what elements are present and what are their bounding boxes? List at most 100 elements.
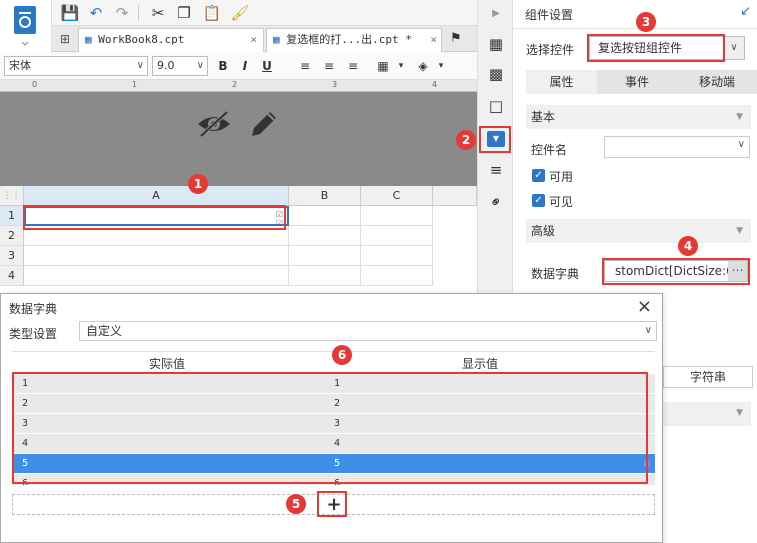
- row-header-4[interactable]: 4: [0, 266, 24, 286]
- dictionary-row[interactable]: 44: [12, 434, 655, 454]
- save-icon[interactable]: 💾: [60, 3, 80, 23]
- tab-mobile[interactable]: 移动端: [677, 70, 757, 94]
- cell-attribute-icon[interactable]: ▩: [486, 64, 506, 84]
- actual-value-cell[interactable]: 5: [22, 454, 28, 474]
- widget-settings-icon[interactable]: ▼: [487, 131, 505, 147]
- delete-row-icon[interactable]: ☒: [644, 454, 649, 474]
- dictionary-row[interactable]: 66: [12, 474, 655, 486]
- collapse-arrow-icon[interactable]: ↙: [740, 4, 751, 19]
- border-icon[interactable]: ▦: [374, 57, 392, 75]
- redo-icon[interactable]: ↷: [112, 3, 132, 23]
- close-icon[interactable]: ×: [250, 29, 257, 51]
- close-icon[interactable]: ×: [430, 29, 437, 51]
- cell-b3[interactable]: [289, 246, 361, 266]
- align-right-icon[interactable]: ≡: [344, 57, 362, 75]
- type-setting-select[interactable]: 自定义 ∨: [79, 321, 657, 341]
- display-value-cell[interactable]: 2: [334, 394, 340, 414]
- copy-icon[interactable]: ❐: [174, 3, 194, 23]
- display-value-cell[interactable]: 6: [334, 474, 340, 485]
- display-value-cell[interactable]: 4: [334, 434, 340, 454]
- collapsed-section[interactable]: ▼: [663, 402, 751, 426]
- column-header-extra[interactable]: [433, 186, 477, 206]
- display-value-cell[interactable]: 5: [334, 454, 340, 474]
- bold-icon[interactable]: B: [214, 57, 232, 75]
- cell-b2[interactable]: [289, 226, 361, 246]
- row-header-2[interactable]: 2: [0, 226, 24, 246]
- actual-value-cell[interactable]: 4: [22, 434, 28, 454]
- advanced-section-header[interactable]: 高级 ▼: [526, 219, 751, 243]
- dictionary-row[interactable]: 22: [12, 394, 655, 414]
- select-all-corner[interactable]: ⋮⋮: [0, 186, 24, 206]
- italic-icon[interactable]: I: [236, 57, 254, 75]
- actual-value-cell[interactable]: 3: [22, 414, 28, 434]
- cell-c1[interactable]: [361, 206, 433, 226]
- pencil-icon[interactable]: [248, 108, 280, 140]
- widget-name-input[interactable]: ∨: [604, 136, 750, 158]
- string-type-tab[interactable]: 字符串: [663, 366, 753, 388]
- fill-color-icon[interactable]: ◈: [414, 57, 432, 75]
- cut-icon[interactable]: ✂: [148, 3, 168, 23]
- cell-a3[interactable]: [24, 246, 289, 266]
- enabled-label: 可用: [549, 170, 574, 184]
- ruler-mark: 1: [132, 80, 138, 89]
- format-brush-icon[interactable]: 🖌: [230, 3, 250, 23]
- cell-b4[interactable]: [289, 266, 361, 286]
- basic-section-header[interactable]: 基本 ▼: [526, 105, 751, 129]
- tab-menu-icon[interactable]: ⚑: [450, 31, 462, 46]
- cell-c3[interactable]: [361, 246, 433, 266]
- tab-workbook8[interactable]: ▦ WorkBook8.cpt ×: [78, 28, 264, 52]
- more-options-icon[interactable]: ⋯: [728, 261, 747, 281]
- dialog-title: 数据字典: [9, 302, 58, 316]
- ruler-mark: 2: [232, 80, 238, 89]
- add-row-button[interactable]: +: [321, 494, 347, 516]
- dictionary-row-selected[interactable]: 5 5 ☒: [12, 454, 655, 474]
- column-header-a[interactable]: A: [24, 186, 289, 206]
- app-logo[interactable]: [0, 0, 52, 52]
- hyperlink-icon[interactable]: ⚭: [482, 188, 510, 216]
- row-header-3[interactable]: 3: [0, 246, 24, 266]
- actual-value-cell[interactable]: 6: [22, 474, 28, 485]
- column-header-b[interactable]: B: [289, 186, 361, 206]
- actual-value-cell[interactable]: 1: [22, 374, 28, 394]
- tab-label: 复选框的打...出.cpt *: [286, 33, 412, 46]
- dictionary-row[interactable]: 11: [12, 374, 655, 394]
- data-dictionary-field[interactable]: stomDict[DictSize:6]: [604, 260, 748, 282]
- chevron-down-icon[interactable]: ▾: [392, 57, 410, 75]
- enabled-checkbox[interactable]: ✓: [532, 169, 545, 182]
- cell-a1[interactable]: ☑ ☑: [24, 206, 289, 228]
- float-element-icon[interactable]: □: [486, 96, 506, 116]
- underline-icon[interactable]: U: [258, 57, 276, 75]
- tab-properties[interactable]: 属性: [526, 70, 597, 94]
- condition-attribute-icon[interactable]: ≡: [486, 160, 506, 180]
- undo-icon[interactable]: ↶: [86, 3, 106, 23]
- align-center-icon[interactable]: ≡: [320, 57, 338, 75]
- align-left-icon[interactable]: ≡: [296, 57, 314, 75]
- data-dictionary-dialog: 数据字典 × 类型设置 自定义 ∨ 实际值 显示值 11 22 33 44 55…: [0, 293, 663, 543]
- paste-icon[interactable]: 📋: [202, 3, 222, 23]
- close-icon[interactable]: ×: [637, 296, 652, 317]
- cell-c4[interactable]: [361, 266, 433, 286]
- cell-element-icon[interactable]: ▦: [486, 34, 506, 54]
- cell-a2[interactable]: [24, 226, 289, 246]
- chevron-right-icon[interactable]: ▶: [486, 4, 506, 24]
- display-value-cell[interactable]: 3: [334, 414, 340, 434]
- visible-checkbox[interactable]: ✓: [532, 194, 545, 207]
- cell-a4[interactable]: [24, 266, 289, 286]
- widget-type-select[interactable]: 复选按钮组控件 ∨: [589, 36, 745, 60]
- dictionary-row[interactable]: 33: [12, 414, 655, 434]
- format-toolbar: 宋体 ∨ 9.0 ∨ B I U ≡ ≡ ≡ ▦ ▾ ◈ ▾: [0, 52, 477, 80]
- display-value-cell[interactable]: 1: [334, 374, 340, 394]
- column-header-c[interactable]: C: [361, 186, 433, 206]
- tab-checkbox-report[interactable]: ▦ 复选框的打...出.cpt * ×: [266, 28, 442, 52]
- tab-scroll-icon[interactable]: ⊞: [60, 32, 70, 46]
- cell-c2[interactable]: [361, 226, 433, 246]
- font-size-select[interactable]: 9.0 ∨: [152, 56, 208, 76]
- chevron-down-icon[interactable]: ▾: [432, 57, 450, 75]
- data-dictionary-value: stomDict[DictSize:6]: [615, 264, 739, 278]
- actual-value-cell[interactable]: 2: [22, 394, 28, 414]
- font-family-select[interactable]: 宋体 ∨: [4, 56, 148, 76]
- row-header-1[interactable]: 1: [0, 206, 24, 226]
- cell-b1[interactable]: [289, 206, 361, 226]
- tab-events[interactable]: 事件: [597, 70, 677, 94]
- hidden-eye-icon[interactable]: [196, 108, 232, 140]
